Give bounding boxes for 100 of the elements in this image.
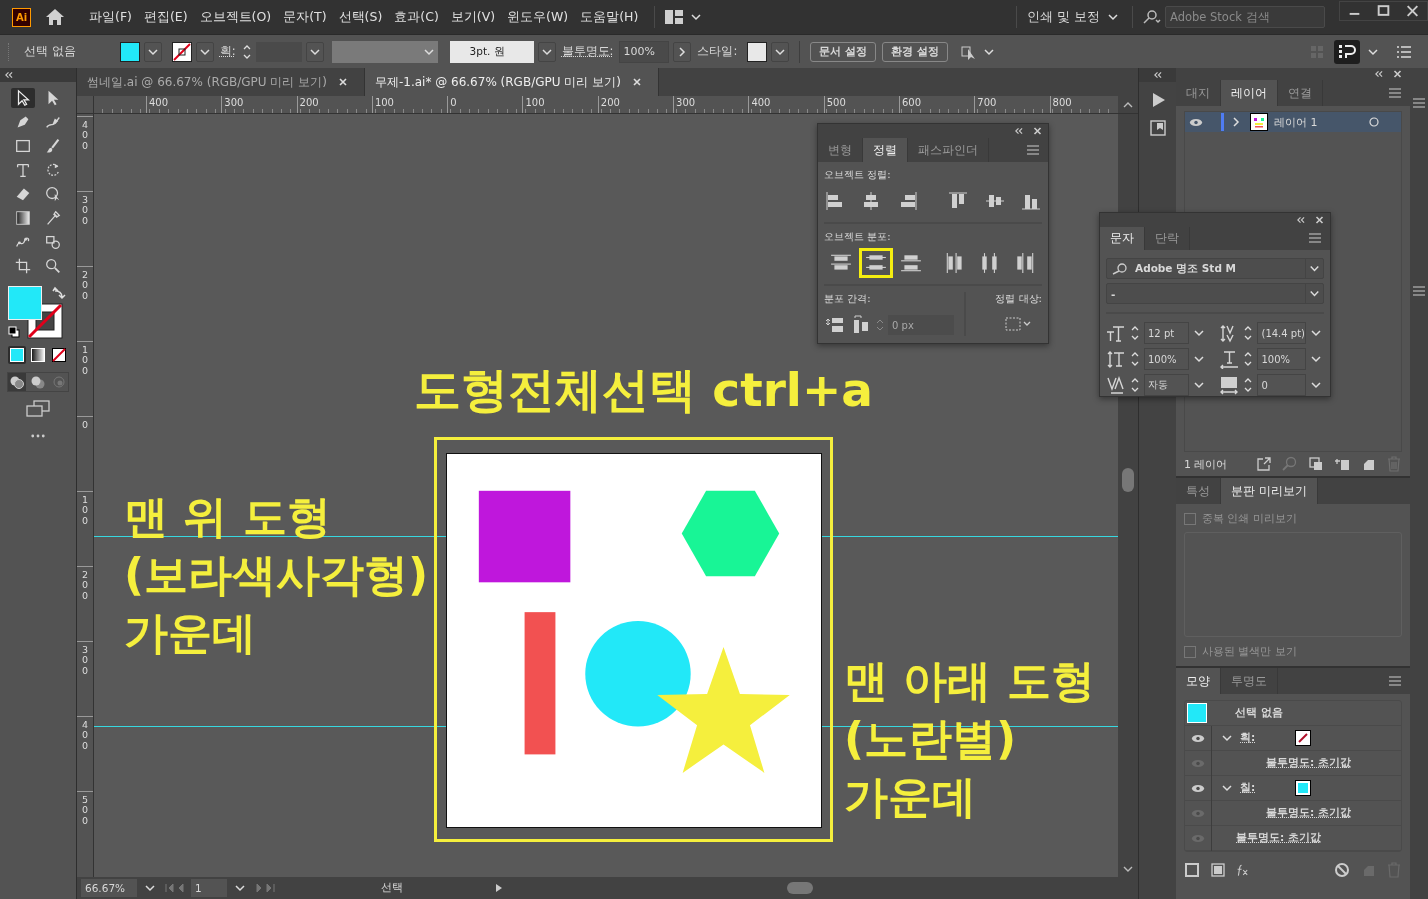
screen-mode-icon[interactable] — [26, 400, 50, 418]
panel-menu-icon[interactable] — [1026, 145, 1040, 155]
clipping-mask-icon[interactable] — [1307, 456, 1324, 472]
search-icon[interactable] — [1143, 10, 1161, 24]
panel-menu-icon[interactable] — [1388, 88, 1402, 98]
list-icon[interactable] — [1396, 44, 1412, 59]
stroke-none-swatch[interactable] — [1295, 730, 1312, 746]
panel-tab[interactable]: 분판 미리보기 — [1221, 478, 1318, 504]
stroke-none-swatch[interactable] — [171, 41, 192, 62]
layer-row[interactable]: 레이어 1 — [1185, 112, 1401, 132]
scroll-thumb[interactable] — [787, 882, 813, 894]
collapse-icon[interactable] — [1296, 215, 1305, 224]
close-icon[interactable] — [1033, 127, 1042, 135]
visibility-eye-icon[interactable] — [1191, 783, 1205, 793]
stepper-arrows-icon[interactable] — [1130, 350, 1140, 368]
dropdown-button[interactable] — [771, 41, 790, 62]
fill-swatch[interactable] — [119, 41, 140, 62]
stepper-arrows-icon[interactable] — [1243, 350, 1254, 368]
draw-normal-icon[interactable] — [8, 373, 26, 391]
panel-tab[interactable]: 레이어 — [1221, 80, 1278, 106]
visibility-eye-icon[interactable] — [1189, 117, 1203, 127]
zoom-field[interactable]: 66.67% — [81, 879, 137, 897]
value-field[interactable]: 100% — [1144, 348, 1190, 370]
menu-item[interactable]: 윈도우(W) — [501, 8, 575, 26]
menu-item[interactable]: 도움말(H) — [574, 8, 645, 26]
scroll-up-icon[interactable] — [1123, 100, 1133, 109]
value-field[interactable]: 0 — [1257, 374, 1306, 396]
home-icon[interactable] — [45, 8, 65, 26]
dropdown-button[interactable] — [305, 41, 324, 62]
value-field[interactable]: 12 pt — [1144, 322, 1190, 344]
export-icon[interactable] — [1255, 456, 1272, 472]
collapse-icon[interactable] — [1014, 127, 1023, 135]
panel-tab[interactable]: 정렬 — [863, 138, 908, 162]
panel-tab[interactable]: 연결 — [1278, 80, 1323, 106]
clear-appearance-icon[interactable] — [1334, 862, 1350, 878]
appearance-attribute[interactable]: 불투명도: 초기값 — [1236, 831, 1321, 845]
document-tab[interactable]: 썸네일.ai @ 66.67% (RGB/GPU 미리 보기) — [77, 68, 339, 96]
menu-item[interactable]: 보기(V) — [444, 8, 502, 26]
panel-menu-icon[interactable] — [1388, 676, 1402, 686]
dropdown-button[interactable] — [537, 41, 556, 62]
gradient-mode-icon[interactable] — [29, 346, 47, 364]
none-mode-icon[interactable] — [50, 346, 68, 364]
stock-search-field[interactable]: Adobe Stock 검색 — [1165, 6, 1325, 28]
workspace-layout-icon[interactable] — [665, 10, 684, 24]
stepper-arrows-icon[interactable] — [1130, 324, 1140, 342]
dropdown-button[interactable] — [195, 41, 214, 62]
value-field[interactable]: (14.4 pt) — [1257, 322, 1306, 344]
scroll-down-icon[interactable] — [1123, 865, 1133, 873]
distribute-button[interactable] — [858, 248, 893, 278]
fill-swatch[interactable] — [1295, 780, 1312, 796]
panel-toggle-icon[interactable] — [1334, 39, 1360, 64]
target-circle-icon[interactable] — [1369, 117, 1379, 127]
panel-header[interactable] — [1139, 68, 1176, 82]
settings-button[interactable]: 환경 설정 — [882, 41, 948, 62]
close-icon[interactable] — [632, 78, 641, 86]
close-icon[interactable] — [1315, 215, 1324, 224]
value-field[interactable]: 100% — [1257, 348, 1306, 370]
appearance-attribute[interactable]: 획: — [1240, 731, 1256, 745]
close-icon[interactable] — [1393, 70, 1402, 78]
panel-tab[interactable]: 문자 — [1100, 226, 1145, 250]
document-tab[interactable]: 무제-1.ai* @ 66.67% (RGB/GPU 미리 보기) — [364, 68, 633, 96]
panel-tab[interactable]: 단락 — [1145, 226, 1190, 250]
workspace-dropdown[interactable]: 인쇄 및 보정 — [1027, 8, 1100, 26]
menu-item[interactable]: 문자(T) — [277, 8, 333, 26]
more-tools-icon[interactable] — [31, 434, 45, 438]
panel-tab[interactable]: 모양 — [1176, 668, 1221, 694]
close-icon[interactable] — [338, 78, 347, 86]
new-sublayer-icon[interactable] — [1333, 456, 1350, 472]
menu-item[interactable]: 효과(C) — [388, 8, 445, 26]
appearance-attribute[interactable]: 불투명도: 초기값 — [1266, 756, 1351, 770]
menu-item[interactable]: 파일(F) — [83, 8, 138, 26]
opacity-field[interactable]: 100% — [619, 40, 670, 63]
variable-width-field[interactable] — [331, 40, 438, 63]
collapse-icon[interactable] — [4, 71, 13, 79]
visibility-eye-icon[interactable] — [1191, 733, 1205, 743]
panel-menu-icon[interactable] — [1308, 233, 1322, 244]
opacity-arrow-button[interactable] — [673, 41, 692, 62]
stepper-arrows-icon[interactable] — [1243, 376, 1254, 394]
artboard-number-field[interactable]: 1 — [191, 879, 227, 897]
default-colors-icon[interactable] — [8, 326, 20, 338]
style-swatch[interactable] — [747, 41, 768, 62]
dropdown-button[interactable] — [143, 41, 162, 62]
stepper-arrows-icon[interactable] — [1243, 324, 1254, 342]
scroll-thumb[interactable] — [1122, 468, 1134, 492]
menu-item[interactable]: 편집(E) — [137, 8, 194, 26]
panel-menu-icon[interactable] — [1412, 286, 1426, 296]
stepper-arrows-icon[interactable] — [1130, 376, 1140, 394]
add-fill-icon[interactable] — [1210, 862, 1226, 878]
add-stroke-icon[interactable] — [1184, 862, 1200, 878]
color-mode-icon[interactable] — [8, 346, 26, 364]
collapse-icon[interactable] — [1374, 70, 1383, 78]
menu-item[interactable]: 오브젝트(O) — [193, 8, 278, 26]
collapse-icon[interactable] — [1153, 71, 1162, 79]
panel-menu-icon[interactable] — [1412, 98, 1426, 108]
brush-field[interactable]: 3pt. 원 — [449, 40, 534, 63]
fill-color-swatch[interactable] — [8, 286, 42, 320]
panel-tab[interactable]: 패스파인더 — [908, 138, 989, 162]
appearance-attribute[interactable]: 칠: — [1240, 781, 1256, 795]
menu-item[interactable]: 선택(S) — [332, 8, 389, 26]
swap-arrow-icon[interactable] — [52, 286, 66, 300]
